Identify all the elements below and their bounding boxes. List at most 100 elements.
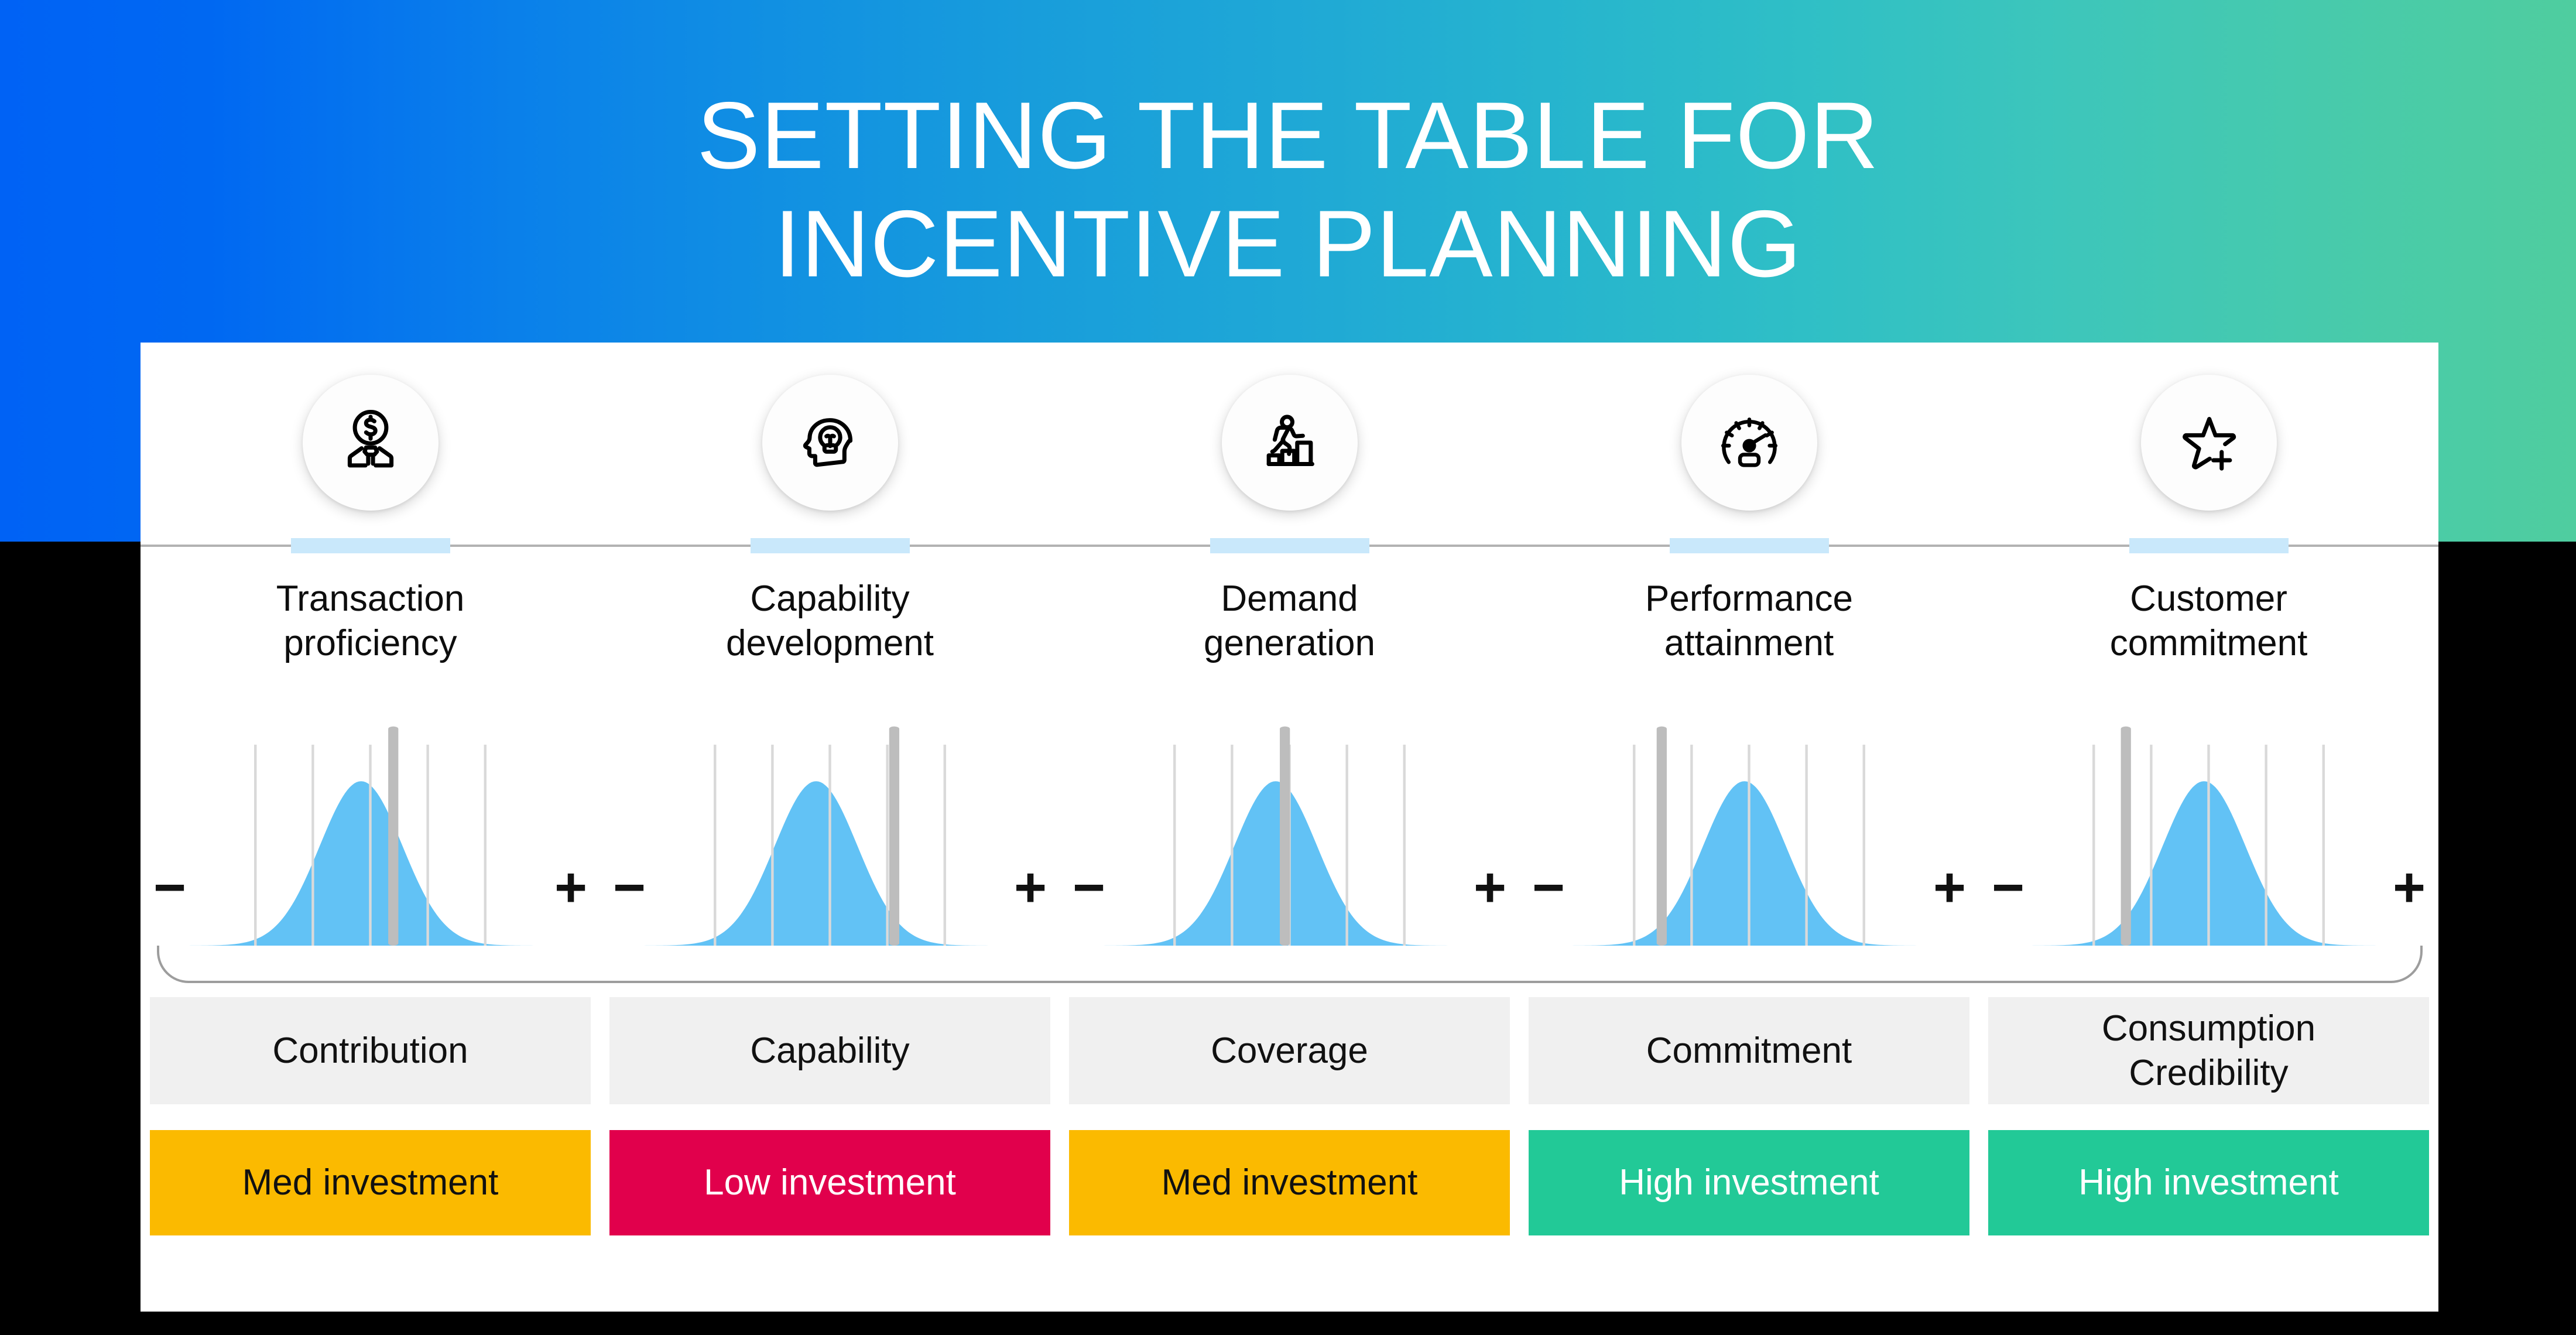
plus-sign: +	[2392, 856, 2426, 919]
investment-column-5: High investment	[1979, 1130, 2438, 1235]
chart-gridline	[771, 744, 774, 946]
investment-label: Med investment	[1161, 1162, 1418, 1203]
chart-gridline	[714, 744, 717, 946]
category-column-3: Coverage	[1060, 997, 1519, 1104]
bell-curve-chart	[600, 717, 1060, 946]
investment-label: High investment	[2078, 1162, 2339, 1203]
chart-gridline	[426, 744, 429, 946]
chart-gridline	[1748, 744, 1751, 946]
bell-curve-chart	[1060, 717, 1519, 946]
chart-gridline	[1690, 744, 1693, 946]
minus-sign: −	[1532, 856, 1566, 919]
investment-label: Low investment	[704, 1162, 956, 1203]
column-heading-line-2: generation	[1203, 622, 1376, 663]
column-heading-line-1: Customer	[2130, 578, 2287, 619]
chart-gridline	[1403, 744, 1406, 946]
chart-gridline	[311, 744, 314, 946]
investment-badge: Low investment	[609, 1130, 1051, 1235]
page-title-line-2: INCENTIVE PLANNING	[774, 190, 1802, 297]
investment-column-3: Med investment	[1060, 1130, 1519, 1235]
investment-column-2: Low investment	[600, 1130, 1060, 1235]
curve-column-5: − +	[1979, 717, 2438, 946]
investment-label: High investment	[1619, 1162, 1879, 1203]
chart-gridline	[1633, 744, 1636, 946]
category-box: Capability	[609, 997, 1051, 1104]
column-heading-line-1: Demand	[1221, 578, 1358, 619]
category-column-4: Commitment	[1519, 997, 1979, 1104]
category-column-5: Consumption Credibility	[1979, 997, 2438, 1104]
page-title: SETTING THE TABLE FOR INCENTIVE PLANNING	[0, 82, 2576, 298]
category-box: Coverage	[1068, 997, 1510, 1104]
setting-marker	[2121, 726, 2131, 946]
category-label-line-2: Credibility	[2129, 1052, 2289, 1093]
category-label-line-1: Coverage	[1211, 1030, 1368, 1071]
column-heading: Performance attainment	[1519, 577, 1979, 665]
column-heading: Transaction proficiency	[141, 577, 600, 665]
chart-gridline	[2092, 744, 2095, 946]
investment-badge: Med investment	[149, 1130, 591, 1235]
category-label-line-1: Consumption	[2101, 1008, 2316, 1049]
chart-gridline	[1345, 744, 1348, 946]
chart-gridline	[2322, 744, 2325, 946]
setting-marker	[1656, 726, 1667, 946]
plus-sign: +	[554, 856, 587, 919]
setting-marker	[889, 726, 900, 946]
chart-gridline	[2150, 744, 2153, 946]
bell-curve-row: − + − + − + − + − +	[141, 717, 2438, 946]
investment-badge: Med investment	[1068, 1130, 1510, 1235]
column-heading: Capability development	[600, 577, 1060, 665]
column-heading-line-1: Capability	[750, 578, 910, 619]
baseline-bracket	[157, 946, 2423, 983]
investment-label: Med investment	[242, 1162, 499, 1203]
column-heading-line-2: development	[725, 622, 934, 663]
investment-column-1: Med investment	[141, 1130, 600, 1235]
column-heading-line-1: Performance	[1645, 578, 1853, 619]
minus-sign: −	[1073, 856, 1106, 919]
category-row: Contribution Capability Coverage Commitm…	[141, 997, 2438, 1104]
category-label-line-1: Commitment	[1646, 1030, 1852, 1071]
investment-badge: High investment	[1528, 1130, 1970, 1235]
curve-column-2: − +	[600, 717, 1060, 946]
column-heading-line-2: proficiency	[283, 622, 457, 663]
category-label-line-1: Capability	[750, 1030, 910, 1071]
category-box: Commitment	[1528, 997, 1970, 1104]
curve-column-1: − +	[141, 717, 600, 946]
column-heading: Customer commitment	[1979, 577, 2438, 665]
category-box: Contribution	[149, 997, 591, 1104]
chart-gridline	[254, 744, 257, 946]
chart-gridline	[2265, 744, 2267, 946]
category-column-1: Contribution	[141, 997, 600, 1104]
setting-marker	[388, 726, 399, 946]
chart-gridline	[2207, 744, 2210, 946]
category-label-line-1: Contribution	[272, 1030, 468, 1071]
minus-sign: −	[613, 856, 646, 919]
page-title-line-1: SETTING THE TABLE FOR	[697, 83, 1879, 189]
minus-sign: −	[1992, 856, 2025, 919]
chart-gridline	[1805, 744, 1808, 946]
column-heading-line-2: commitment	[2109, 622, 2308, 663]
investment-row: Med investment Low investment Med invest…	[141, 1130, 2438, 1235]
bell-curve-chart	[141, 717, 600, 946]
minus-sign: −	[153, 856, 187, 919]
content-panel: Transaction proficiency Capability devel…	[141, 343, 2438, 1312]
plus-sign: +	[1473, 856, 1506, 919]
chart-gridline	[943, 744, 946, 946]
bell-curve-chart	[1979, 717, 2438, 946]
setting-marker	[1280, 726, 1290, 946]
slide-canvas: SETTING THE TABLE FOR INCENTIVE PLANNING	[0, 0, 2576, 1335]
plus-sign: +	[1013, 856, 1047, 919]
chart-gridline	[1231, 744, 1234, 946]
column-heading-line-2: attainment	[1664, 622, 1834, 663]
investment-column-4: High investment	[1519, 1130, 1979, 1235]
category-box: Consumption Credibility	[1988, 997, 2430, 1104]
column-heading-line-1: Transaction	[276, 578, 465, 619]
chart-gridline	[828, 744, 831, 946]
column-heading: Demand generation	[1060, 577, 1519, 665]
category-column-2: Capability	[600, 997, 1060, 1104]
chart-gridline	[1862, 744, 1865, 946]
chart-gridline	[484, 744, 487, 946]
chart-gridline	[886, 744, 889, 946]
bell-curve-chart	[1519, 717, 1979, 946]
chart-gridline	[1173, 744, 1176, 946]
plus-sign: +	[1933, 856, 1966, 919]
